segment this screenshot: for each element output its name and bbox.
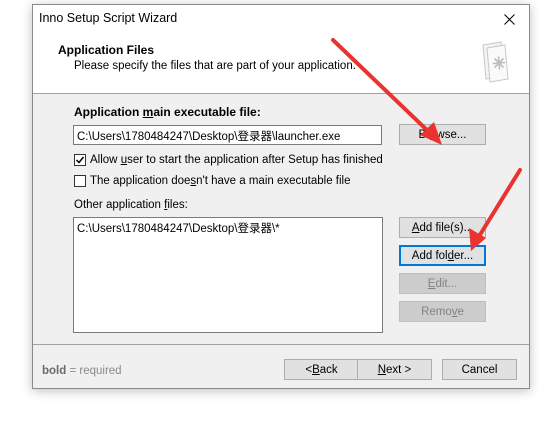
- arrow-to-add-folder-icon: [469, 168, 522, 251]
- arrow-to-browse-icon: [331, 38, 442, 145]
- annotation-arrows: [331, 38, 522, 251]
